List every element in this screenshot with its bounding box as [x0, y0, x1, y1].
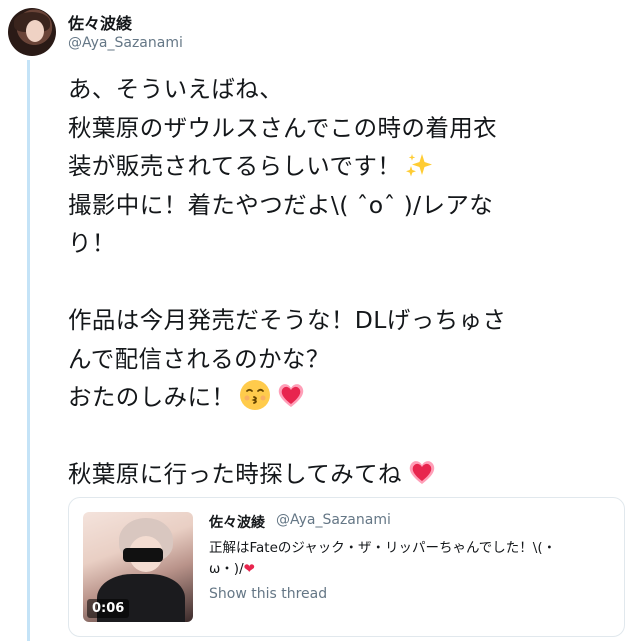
- video-duration-badge: 0:06: [87, 599, 130, 618]
- quoted-video-thumbnail[interactable]: 0:06: [83, 512, 193, 622]
- quoted-author-handle: @Aya_Sazanami: [276, 512, 391, 528]
- tweet-line: あ、そういえばね、: [68, 75, 284, 103]
- heart-icon: [275, 379, 307, 411]
- show-thread-link[interactable]: Show this thread: [209, 586, 327, 602]
- tweet-line-text: 秋葉原に行った時探してみてね: [68, 460, 402, 488]
- tweet-line-with-emoji: おたのしみに！: [68, 378, 628, 417]
- tweet-line-text: 装が販売されてるらしいです！: [68, 152, 402, 180]
- author-handle[interactable]: @Aya_Sazanami: [68, 35, 183, 51]
- quoted-tweet-card[interactable]: 0:06 佐々波綾 @Aya_Sazanami 正解はFateのジャック・ザ・リ…: [68, 497, 625, 637]
- thread-connector-line: [27, 60, 30, 641]
- heart-icon: [406, 456, 438, 488]
- heart-icon: ❤: [243, 561, 255, 577]
- tweet-line-with-emoji: 装が販売されてるらしいです！: [68, 147, 628, 186]
- sparkles-icon: [405, 152, 433, 180]
- tweet-line: り！: [68, 229, 116, 257]
- author-avatar[interactable]: [8, 8, 56, 56]
- tweet-line: 作品は今月発売だそうな！DLげっちゅさ: [68, 306, 507, 334]
- thumbnail-mask: [123, 548, 163, 562]
- tweet-line-with-emoji: 秋葉原に行った時探してみてね: [68, 455, 628, 494]
- kissing-face-icon: [239, 379, 271, 411]
- avatar-face: [26, 20, 44, 42]
- tweet-line: んで配信されるのかな？: [68, 344, 330, 373]
- tweet-text: あ、そういえばね、 秋葉原のザウルスさんでこの時の着用衣 装が販売されてるらしい…: [68, 70, 628, 494]
- tweet-line: 秋葉原のザウルスさんでこの時の着用衣: [68, 113, 498, 142]
- tweet-line-text: おたのしみに！: [68, 383, 236, 411]
- quoted-tweet-text: 正解はFateのジャック・ザ・リッパーちゃんでした！\(・ ω・)/❤: [209, 538, 609, 580]
- quoted-text-line: 正解はFateのジャック・ザ・リッパーちゃんでした！\(・: [209, 540, 557, 556]
- quoted-text-line: ω・)/: [209, 561, 244, 577]
- quoted-author-name: 佐々波綾: [209, 515, 265, 531]
- tweet-line: 撮影中に！着たやつだよ\( ˆoˆ )/レアな: [68, 190, 494, 219]
- author-name[interactable]: 佐々波綾: [68, 10, 132, 34]
